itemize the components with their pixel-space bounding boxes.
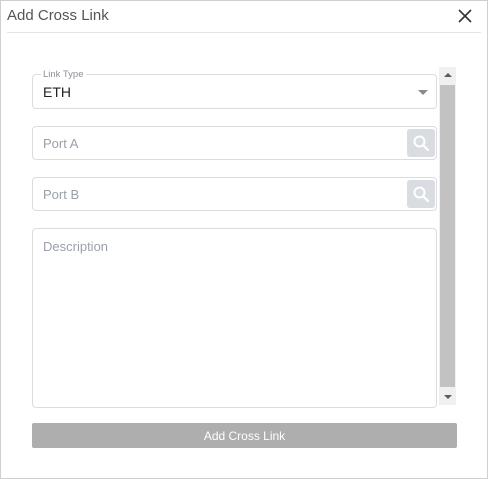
add-cross-link-dialog: Add Cross Link Link Type ETH Port A Port… (0, 0, 488, 479)
port-b-field (32, 177, 437, 211)
search-icon (413, 135, 430, 152)
link-type-label: Link Type (41, 69, 86, 80)
form-scrollbar[interactable] (439, 67, 456, 405)
link-type-select[interactable]: Link Type ETH (32, 69, 437, 109)
port-a-field (32, 126, 437, 160)
scroll-down-arrow-icon[interactable] (439, 388, 456, 405)
chevron-down-icon[interactable] (418, 90, 428, 95)
dialog-title: Add Cross Link (7, 7, 109, 24)
port-a-input[interactable] (33, 127, 403, 159)
link-type-value: ETH (43, 84, 71, 100)
close-icon (458, 9, 472, 23)
port-b-search-button[interactable] (407, 180, 435, 208)
scrollbar-thumb[interactable] (440, 85, 455, 387)
close-button[interactable] (455, 4, 475, 26)
search-icon (413, 186, 430, 203)
description-field (32, 228, 437, 408)
scroll-up-arrow-icon[interactable] (439, 67, 456, 84)
add-cross-link-button[interactable]: Add Cross Link (32, 423, 457, 448)
description-textarea[interactable] (33, 229, 436, 407)
port-b-input[interactable] (33, 178, 403, 210)
header-divider (7, 32, 481, 33)
port-a-search-button[interactable] (407, 129, 435, 157)
dialog-header: Add Cross Link (1, 1, 487, 33)
